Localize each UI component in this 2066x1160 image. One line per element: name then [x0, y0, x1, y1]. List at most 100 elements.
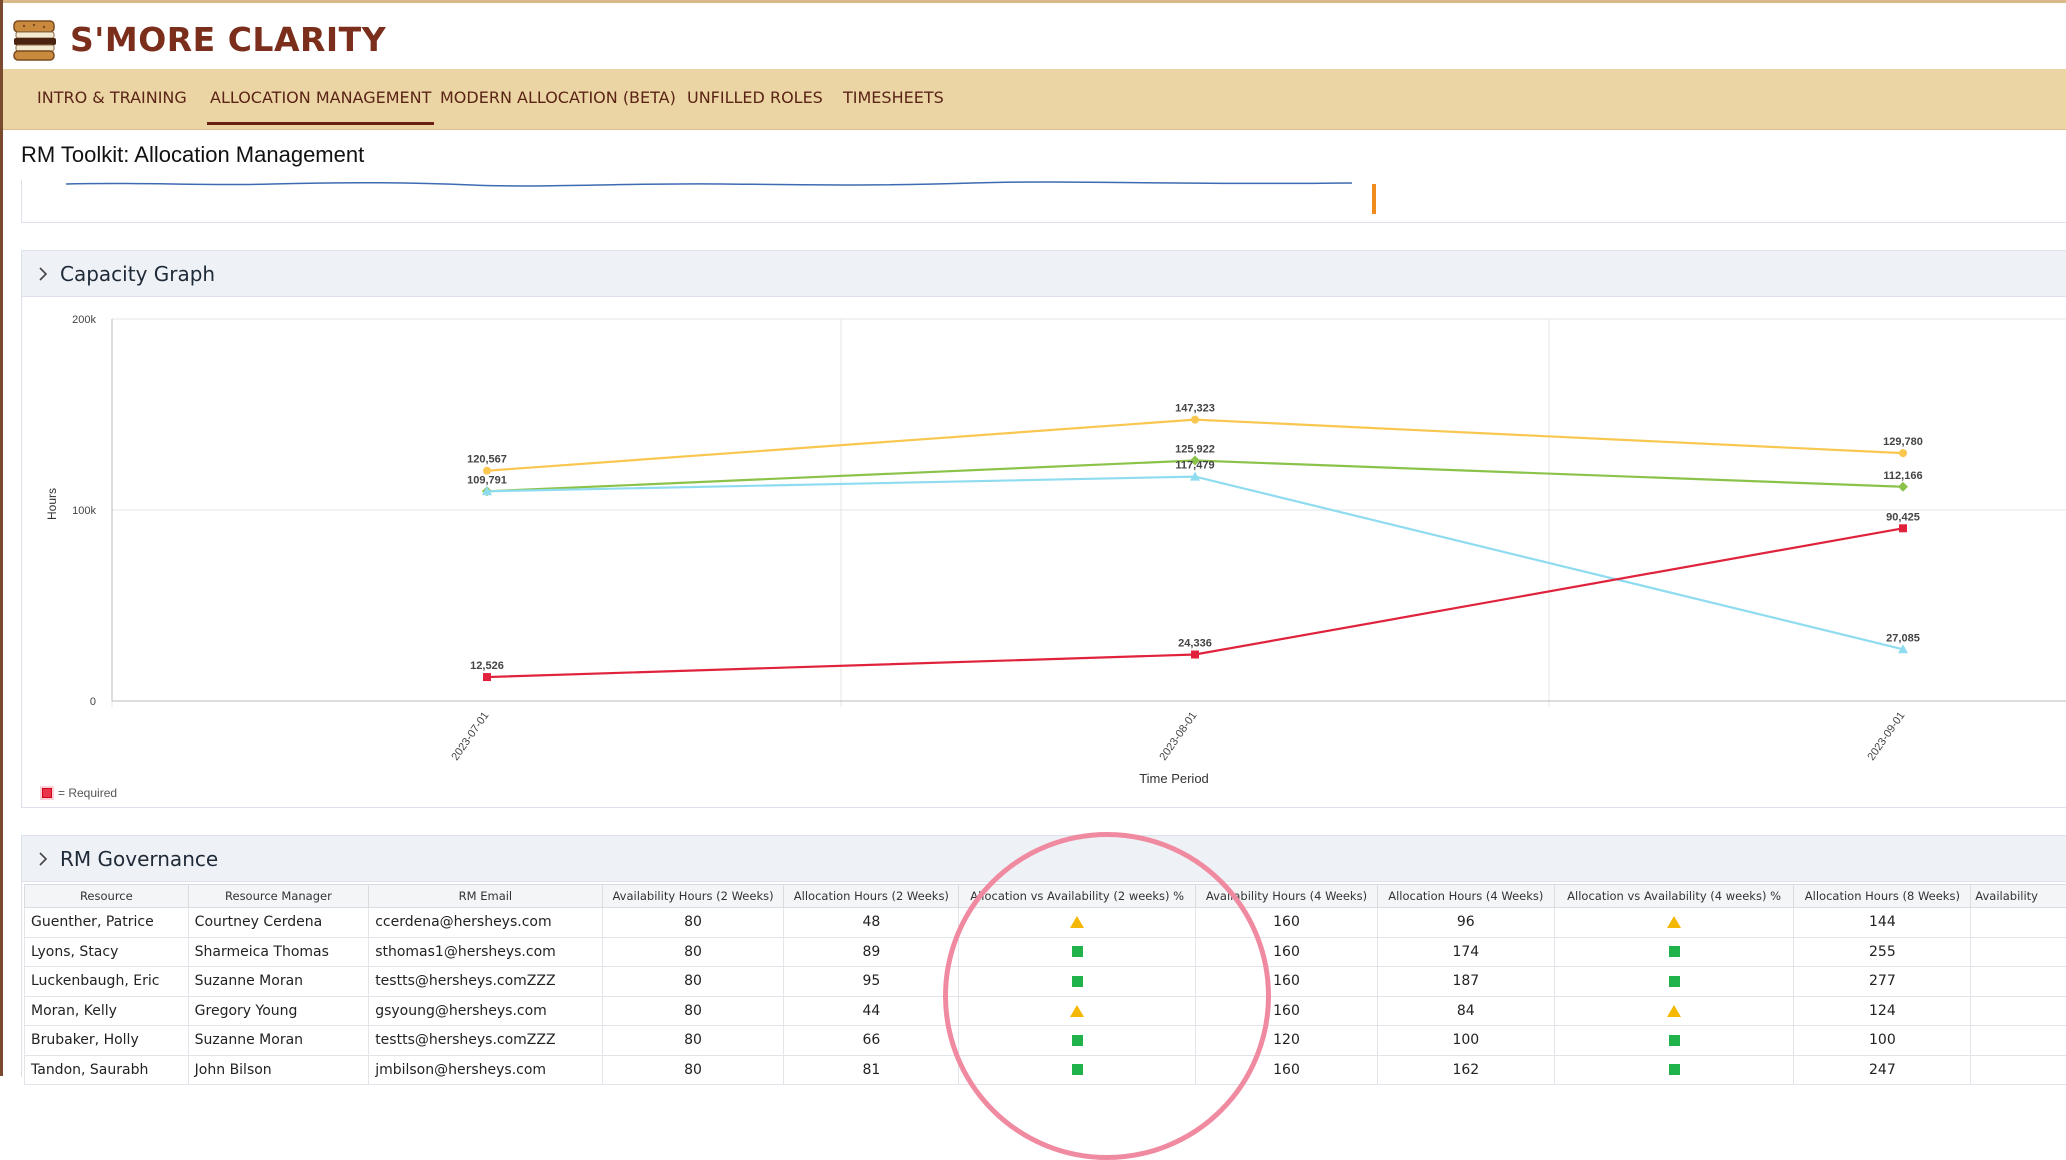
col-header[interactable]: Availability Hours (2 Weeks): [602, 885, 784, 908]
avail4-cell: 160: [1196, 908, 1378, 938]
nav-timesheets[interactable]: TIMESHEETS: [843, 69, 944, 127]
table-row[interactable]: Guenther, PatriceCourtney Cerdenaccerden…: [25, 908, 2066, 938]
resource-cell[interactable]: Tandon, Saurabh: [25, 1055, 189, 1085]
avail2-cell: 80: [602, 1055, 784, 1085]
left-border: [0, 0, 3, 1076]
nav-modern-allocation[interactable]: MODERN ALLOCATION (BETA): [440, 69, 676, 127]
data-point[interactable]: [483, 673, 491, 681]
rm-governance-panel: RM Governance Resource Resource Manager …: [21, 835, 2066, 1077]
manager-cell: Courtney Cerdena: [188, 908, 369, 938]
col-header[interactable]: Availability: [1971, 885, 2066, 908]
availability-cell: [1971, 937, 2066, 967]
x-axis-label: Time Period: [1139, 771, 1209, 786]
alloc4-cell: 100: [1377, 1026, 1554, 1056]
data-label: 109,791: [467, 474, 507, 486]
email-cell[interactable]: gsyoung@hersheys.com: [369, 996, 602, 1026]
ok-square-icon: [1072, 946, 1083, 957]
data-label: 129,780: [1883, 436, 1923, 448]
email-cell[interactable]: jmbilson@hersheys.com: [369, 1055, 602, 1085]
table-row[interactable]: Brubaker, HollySuzanne Morantestts@hersh…: [25, 1026, 2066, 1056]
alloc2-cell: 81: [784, 1055, 959, 1085]
x-axis-ticks: 2023-07-01 2023-08-01 2023-09-01: [449, 710, 1907, 763]
avail2-cell: 80: [602, 967, 784, 997]
page-title: RM Toolkit: Allocation Management: [21, 142, 364, 168]
data-point[interactable]: [1899, 449, 1907, 457]
status-cell: [1554, 967, 1794, 997]
col-header[interactable]: Allocation vs Availability (2 weeks) %: [959, 885, 1196, 908]
email-cell[interactable]: testts@hersheys.comZZZ: [369, 1026, 602, 1056]
status-cell: [959, 996, 1196, 1026]
availability-cell: [1971, 908, 2066, 938]
col-header[interactable]: RM Email: [369, 885, 602, 908]
col-header[interactable]: Allocation vs Availability (4 weeks) %: [1554, 885, 1794, 908]
col-header[interactable]: Resource Manager: [188, 885, 369, 908]
ok-square-icon: [1072, 1035, 1083, 1046]
nav-allocation-management[interactable]: ALLOCATION MANAGEMENT: [207, 69, 434, 125]
chart-series: 120,567147,323129,780109,791125,922112,1…: [467, 403, 1923, 681]
availability-cell: [1971, 1026, 2066, 1056]
alloc8-cell: 277: [1794, 967, 1971, 997]
email-cell[interactable]: ccerdena@hersheys.com: [369, 908, 602, 938]
chevron-right-icon[interactable]: [36, 852, 50, 866]
manager-cell: John Bilson: [188, 1055, 369, 1085]
data-point[interactable]: [1898, 482, 1908, 492]
col-header[interactable]: Availability Hours (4 Weeks): [1196, 885, 1378, 908]
x-tick-label: 2023-08-01: [1157, 710, 1199, 763]
data-label: 117,479: [1175, 460, 1214, 472]
table-row[interactable]: Luckenbaugh, EricSuzanne Morantestts@her…: [25, 967, 2066, 997]
resource-cell[interactable]: Moran, Kelly: [25, 996, 189, 1026]
alloc4-cell: 162: [1377, 1055, 1554, 1085]
capacity-line-chart: 0100k200k 2023-07-012023-08-012023-09-01…: [22, 297, 2066, 787]
status-cell: [959, 1055, 1196, 1085]
resource-cell[interactable]: Brubaker, Holly: [25, 1026, 189, 1056]
resource-cell[interactable]: Luckenbaugh, Eric: [25, 967, 189, 997]
col-header[interactable]: Allocation Hours (2 Weeks): [784, 885, 959, 908]
avail4-cell: 120: [1196, 1026, 1378, 1056]
col-header[interactable]: Allocation Hours (8 Weeks): [1794, 885, 1971, 908]
data-label: 125,922: [1175, 443, 1215, 455]
capacity-graph-panel: Capacity Graph 0100k200k 2023-07-012023-…: [21, 250, 2066, 808]
data-point[interactable]: [1191, 416, 1199, 424]
data-label: 24,336: [1178, 638, 1212, 650]
capacity-graph-title: Capacity Graph: [60, 262, 215, 286]
status-cell: [1554, 937, 1794, 967]
status-cell: [1554, 908, 1794, 938]
data-point[interactable]: [1899, 524, 1907, 532]
avail4-cell: 160: [1196, 1055, 1378, 1085]
status-cell: [1554, 1055, 1794, 1085]
warning-triangle-icon: [1667, 916, 1681, 928]
avail4-cell: 160: [1196, 996, 1378, 1026]
table-row[interactable]: Moran, KellyGregory Younggsyoung@hershey…: [25, 996, 2066, 1026]
ok-square-icon: [1669, 976, 1680, 987]
resource-cell[interactable]: Guenther, Patrice: [25, 908, 189, 938]
manager-cell: Gregory Young: [188, 996, 369, 1026]
capacity-graph-header[interactable]: Capacity Graph: [22, 251, 2066, 297]
col-header[interactable]: Allocation Hours (4 Weeks): [1377, 885, 1554, 908]
avail4-cell: 160: [1196, 937, 1378, 967]
nav-intro-training[interactable]: INTRO & TRAINING: [37, 69, 187, 127]
avail2-cell: 80: [602, 937, 784, 967]
x-tick-label: 2023-07-01: [449, 710, 491, 763]
rm-governance-header[interactable]: RM Governance: [22, 836, 2066, 882]
availability-cell: [1971, 1055, 2066, 1085]
chevron-right-icon[interactable]: [36, 267, 50, 281]
table-row[interactable]: Lyons, StacySharmeica Thomassthomas1@her…: [25, 937, 2066, 967]
alloc2-cell: 89: [784, 937, 959, 967]
status-cell: [959, 908, 1196, 938]
x-tick-label: 2023-09-01: [1865, 710, 1907, 763]
previous-panel: [21, 180, 2066, 223]
alloc4-cell: 96: [1377, 908, 1554, 938]
resource-cell[interactable]: Lyons, Stacy: [25, 937, 189, 967]
nav-unfilled-roles[interactable]: UNFILLED ROLES: [687, 69, 823, 127]
avail2-cell: 80: [602, 908, 784, 938]
email-cell[interactable]: testts@hersheys.comZZZ: [369, 967, 602, 997]
email-cell[interactable]: sthomas1@hersheys.com: [369, 937, 602, 967]
brand-header[interactable]: S'MORE CLARITY: [10, 14, 386, 64]
col-header[interactable]: Resource: [25, 885, 189, 908]
data-point[interactable]: [1191, 651, 1199, 659]
alloc4-cell: 187: [1377, 967, 1554, 997]
warning-triangle-icon: [1667, 1005, 1681, 1017]
data-label: 12,526: [470, 660, 504, 672]
table-row[interactable]: Tandon, SaurabhJohn Bilsonjmbilson@hersh…: [25, 1055, 2066, 1085]
data-label: 120,567: [467, 454, 507, 466]
